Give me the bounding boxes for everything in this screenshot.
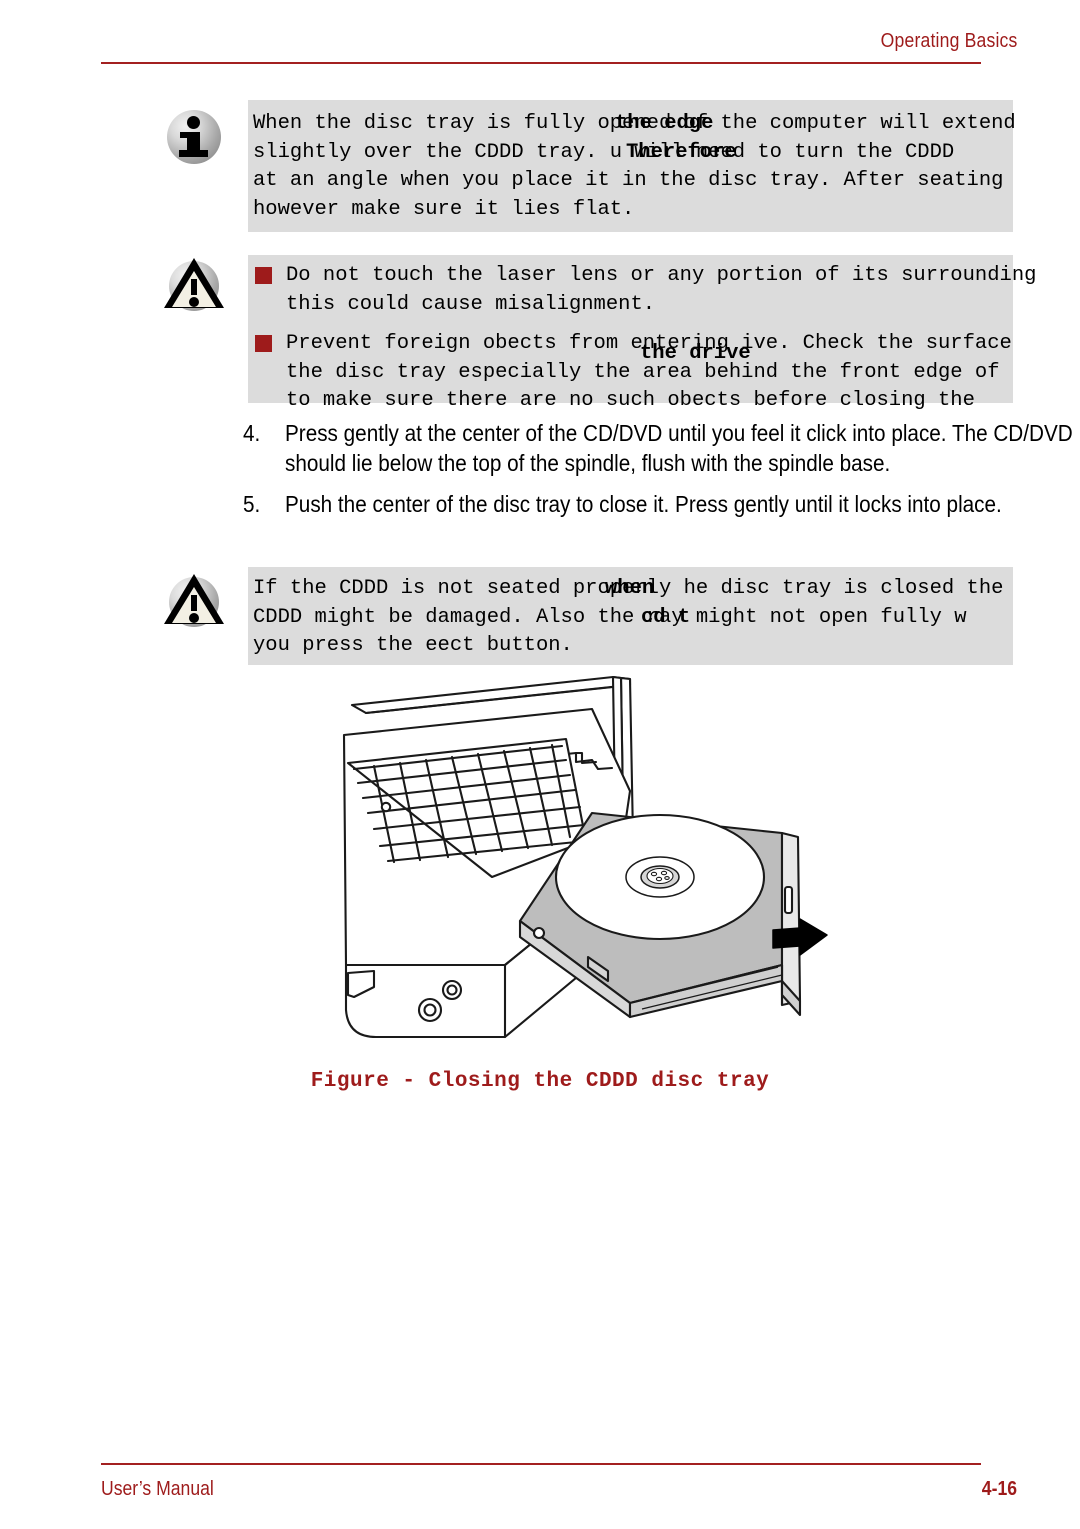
callout-line: this could cause misalignment. <box>286 292 656 316</box>
laptop-disc-tray-figure <box>330 665 850 1055</box>
callout-overlap-text: Therefore <box>626 140 737 164</box>
callout-overlap-text: the edge <box>615 112 714 135</box>
page-header: Operating Basics <box>0 0 1080 80</box>
caution-icon <box>163 255 225 317</box>
caution-icon-exclamation <box>191 595 197 611</box>
callout-overlap-text: cd t <box>641 605 691 629</box>
step-number: 4. <box>243 420 261 446</box>
step-text: Press gently at the center of the CD/DVD… <box>285 420 1073 476</box>
bullet-square-icon <box>255 267 272 284</box>
caution-bullet-text: Do not touch the laser lens or any porti… <box>248 255 1037 416</box>
footer-manual-label: User’s Manual <box>101 1478 214 1500</box>
header-divider <box>101 62 981 64</box>
callout-overlap-text: when <box>605 577 655 600</box>
info-icon-serif-bot <box>179 150 208 157</box>
figure-caption: Figure - Closing the CDDD disc tray <box>310 1070 770 1093</box>
footer-divider <box>101 1463 981 1465</box>
info-icon-dot <box>187 116 200 129</box>
step-item: 4. Press gently at the center of the CD/… <box>243 418 1080 478</box>
callout-line: to make sure there are no such obects be… <box>286 389 975 412</box>
step-text: Push the center of the disc tray to clos… <box>285 491 1002 517</box>
numbered-steps: 4. Press gently at the center of the CD/… <box>243 418 1080 530</box>
callout-overlap-text: the drive <box>640 342 751 365</box>
bullet-square-icon <box>255 335 272 352</box>
caution-icon-exclamation-dot <box>189 297 199 307</box>
note-callout-box: When the disc tray is fully opened of th… <box>248 100 1016 232</box>
caution-icon <box>163 571 225 633</box>
caution-icon-exclamation-dot <box>189 613 199 623</box>
callout-line: you press the eect button. <box>253 634 573 657</box>
callout-line: at an angle when you place it in the dis… <box>253 169 1004 192</box>
step-number: 5. <box>243 491 261 517</box>
caution-icon-exclamation <box>191 279 197 295</box>
step-item: 5. Push the center of the disc tray to c… <box>243 489 1080 519</box>
caution-callout-box: Do not touch the laser lens or any porti… <box>248 255 1036 412</box>
laptop-illustration-svg <box>342 675 828 1039</box>
callout-line: Do not touch the laser lens or any porti… <box>286 264 1037 287</box>
caution-callout-box: If the CDDD is not seated properly he di… <box>248 567 1013 665</box>
info-icon <box>163 106 225 168</box>
footer-page-number: 4-16 <box>981 1478 1017 1500</box>
callout-line: however make sure it lies flat. <box>253 197 635 221</box>
callout-line-gap <box>286 319 1013 330</box>
callout-line: CDDD might be damaged. Also the ray migh… <box>253 605 967 629</box>
page-title: Operating Basics <box>880 30 1017 52</box>
